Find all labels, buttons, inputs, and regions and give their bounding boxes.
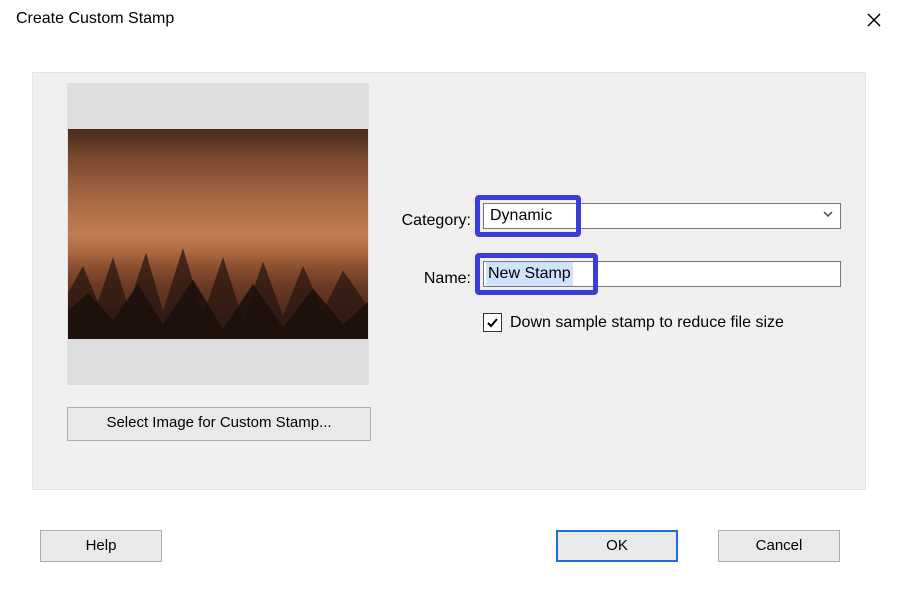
name-input-value: New Stamp xyxy=(486,262,573,286)
ok-button-label: OK xyxy=(606,537,628,554)
title-bar: Create Custom Stamp xyxy=(0,0,898,36)
downsample-label: Down sample stamp to reduce file size xyxy=(510,314,784,332)
ok-button[interactable]: OK xyxy=(556,530,678,562)
stamp-preview xyxy=(67,83,369,385)
category-combobox[interactable]: Dynamic xyxy=(483,203,841,229)
close-button[interactable] xyxy=(864,10,884,30)
select-image-button[interactable]: Select Image for Custom Stamp... xyxy=(67,407,371,441)
name-label: Name: xyxy=(387,270,471,288)
select-image-button-label: Select Image for Custom Stamp... xyxy=(106,414,331,431)
checkmark-icon xyxy=(486,316,499,329)
category-value: Dynamic xyxy=(490,207,552,224)
name-input[interactable]: New Stamp xyxy=(483,261,841,287)
close-icon xyxy=(867,13,881,27)
category-label: Category: xyxy=(387,212,471,230)
chevron-down-icon xyxy=(822,204,834,228)
window-title: Create Custom Stamp xyxy=(16,10,174,28)
help-button[interactable]: Help xyxy=(40,530,162,562)
cancel-button[interactable]: Cancel xyxy=(718,530,840,562)
downsample-row: Down sample stamp to reduce file size xyxy=(483,313,784,332)
cancel-button-label: Cancel xyxy=(756,537,803,554)
downsample-checkbox[interactable] xyxy=(483,313,502,332)
dialog-body: Select Image for Custom Stamp... Categor… xyxy=(32,72,866,490)
help-button-label: Help xyxy=(86,537,117,554)
stamp-preview-image xyxy=(68,129,368,339)
